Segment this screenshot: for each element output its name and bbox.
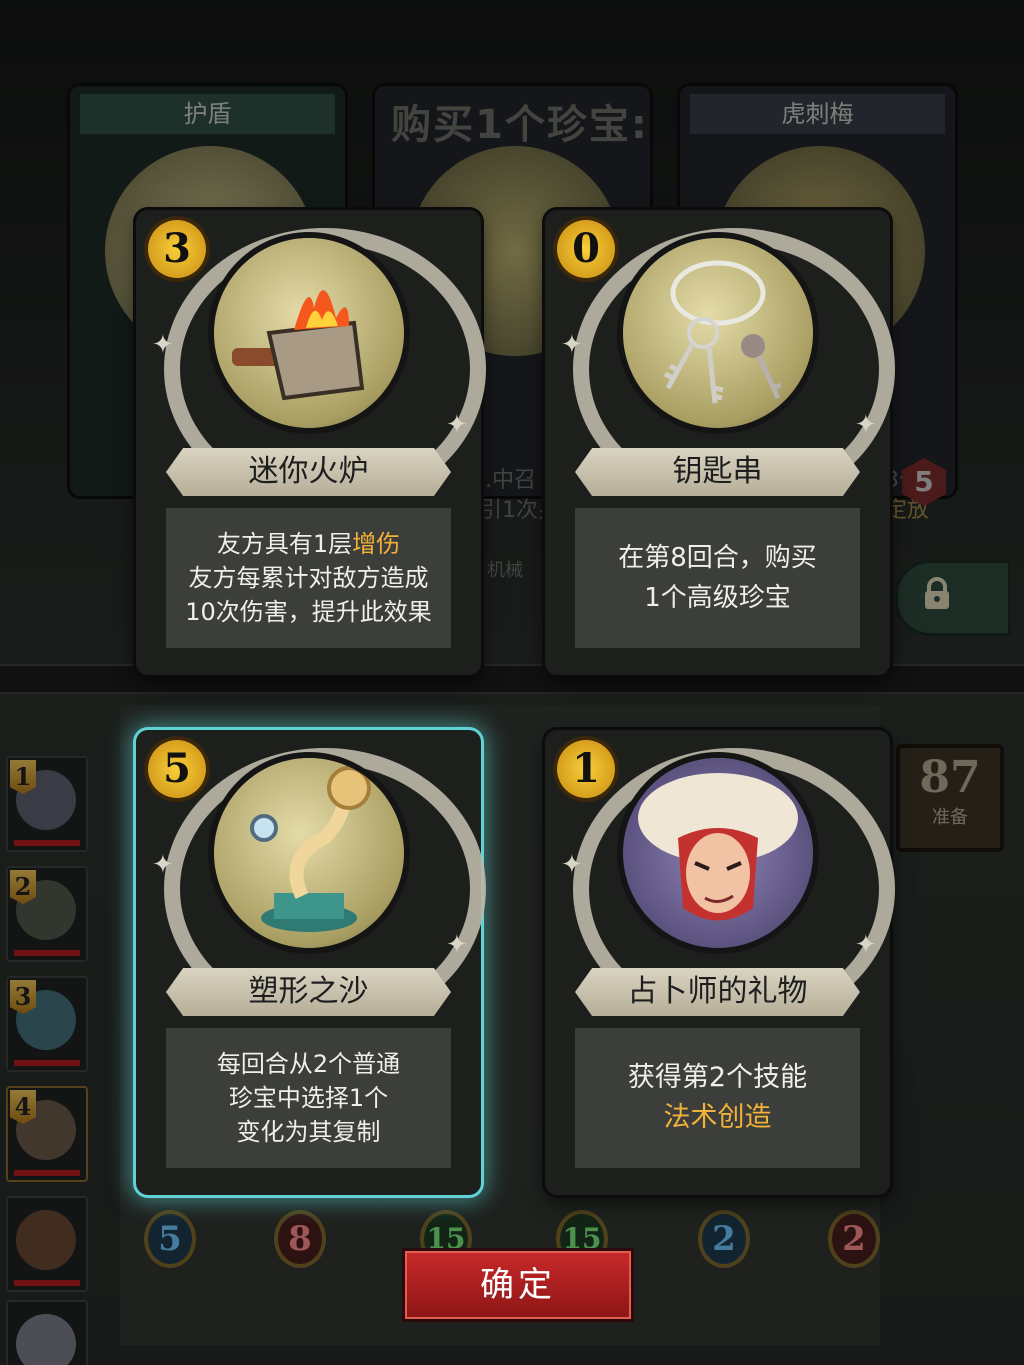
- desc-line: 1个高级珍宝: [644, 583, 791, 613]
- confirm-button[interactable]: 确定: [402, 1248, 634, 1322]
- desc-line: 变化为其复制: [236, 1118, 381, 1146]
- shop-title: 购买1个珍宝:: [391, 102, 649, 148]
- star-decoration-icon: ✦: [446, 930, 468, 960]
- desc-keyword: 增伤: [352, 530, 401, 558]
- slot-number: 1: [10, 760, 36, 794]
- lion-unit-icon: [16, 1210, 76, 1270]
- back-card-title: 虎刺梅: [690, 94, 945, 134]
- lock-icon: [925, 577, 949, 609]
- star-decoration-icon: ✦: [446, 410, 468, 440]
- treasure-card-key-ring[interactable]: ✦ ✦ 0 钥匙串 在第8回合，购买 1个高级珍宝: [545, 210, 895, 675]
- fire-brazier-icon: [214, 238, 404, 428]
- star-decoration-icon: ✦: [152, 850, 174, 880]
- unit-slot[interactable]: 3: [6, 976, 88, 1072]
- treasure-description: 在第8回合，购买 1个高级珍宝: [575, 508, 860, 648]
- treasure-name: 塑形之沙: [166, 968, 451, 1016]
- star-decoration-icon: ✦: [855, 930, 877, 960]
- prep-counter: 87 准备: [896, 744, 1004, 852]
- desc-text: 友方具有1层: [216, 530, 353, 558]
- unit-hp-bar: [14, 1280, 80, 1286]
- desc-line: 珍宝中选择1个: [228, 1084, 389, 1112]
- treasure-description: 友方具有1层增伤 友方每累计对敌方造成 10次伤害，提升此效果: [166, 508, 451, 648]
- treasure-card-mini-brazier[interactable]: ✦ ✦ 3 迷你火炉 友方具有1层增伤 友方每累计对敌方造成 10次伤害，提升此…: [136, 210, 486, 675]
- unit-slot[interactable]: 4: [6, 1086, 88, 1182]
- game-screen: 护盾 .中召 引1次身 机械 购买1个珍宝: 虎刺梅 3个 定放 5 1 2 3…: [0, 0, 1024, 1365]
- unit-slot[interactable]: 2: [6, 866, 88, 962]
- desc-line: 每回合从2个普通: [216, 1050, 401, 1078]
- unit-hp-bar: [14, 950, 80, 956]
- treasure-card-shaping-sand[interactable]: ✦ ✦ 5 塑形之沙 每回合从2个普通 珍宝中选择1个 变化为其复制: [136, 730, 486, 1195]
- attack-stat: 5: [148, 1214, 192, 1264]
- witch-unit-icon: [16, 1314, 76, 1365]
- star-decoration-icon: ✦: [855, 410, 877, 440]
- lock-shop-button[interactable]: [895, 560, 1011, 636]
- desc-line: 10次伤害，提升此效果: [185, 598, 432, 626]
- back-card-text-1: .中召: [485, 468, 536, 493]
- treasure-name: 占卜师的礼物: [575, 968, 860, 1016]
- desc-line: 友方具有1层增伤: [217, 527, 400, 561]
- slot-number: 4: [10, 1090, 36, 1124]
- unit-hp-bar: [14, 840, 80, 846]
- slot-number: 2: [10, 870, 36, 904]
- health-stat: 2: [832, 1214, 876, 1264]
- star-decoration-icon: ✦: [561, 330, 583, 360]
- key-ring-icon: [623, 238, 813, 428]
- back-card-tag: 机械: [487, 560, 523, 581]
- sand-hourglass-icon: [214, 758, 404, 948]
- desc-line: 友方每累计对敌方造成: [188, 564, 429, 592]
- cost-badge: 1: [557, 740, 615, 798]
- star-decoration-icon: ✦: [561, 850, 583, 880]
- treasure-description: 获得第2个技能 法术创造: [575, 1028, 860, 1168]
- desc-line: 获得第2个技能: [627, 1062, 808, 1093]
- desc-keyword: 法术创造: [663, 1102, 772, 1133]
- prep-value: 87: [919, 752, 981, 803]
- star-decoration-icon: ✦: [152, 330, 174, 360]
- treasure-name: 迷你火炉: [166, 448, 451, 496]
- prep-label: 准备: [932, 807, 968, 828]
- cost-badge: 0: [557, 220, 615, 278]
- fortune-teller-icon: [623, 758, 813, 948]
- cost-badge: 3: [148, 220, 206, 278]
- unit-hp-bar: [14, 1170, 80, 1176]
- slot-number: 3: [10, 980, 36, 1014]
- unit-slot[interactable]: 1: [6, 756, 88, 852]
- treasure-name: 钥匙串: [575, 448, 860, 496]
- treasure-description: 每回合从2个普通 珍宝中选择1个 变化为其复制: [166, 1028, 451, 1168]
- treasure-card-fortune-teller-gift[interactable]: ✦ ✦ 1 占卜师的礼物 获得第2个技能 法术创造: [545, 730, 895, 1195]
- back-card-title: 护盾: [80, 94, 335, 134]
- cost-badge: 5: [148, 740, 206, 798]
- desc-line: 在第8回合，购买: [618, 543, 817, 573]
- unit-slot[interactable]: [6, 1196, 88, 1292]
- attack-stat: 2: [702, 1214, 746, 1264]
- unit-slot[interactable]: [6, 1300, 88, 1365]
- unit-hp-bar: [14, 1060, 80, 1066]
- health-stat: 8: [278, 1214, 322, 1264]
